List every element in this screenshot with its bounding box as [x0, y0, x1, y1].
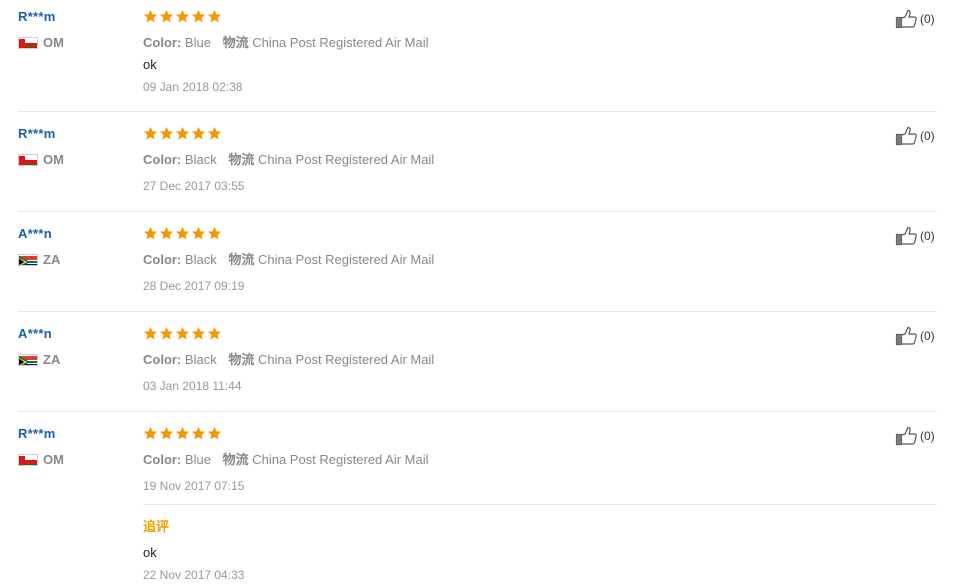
thumbs-up-icon [895, 9, 917, 29]
color-label: Color: [143, 35, 182, 50]
logistics-value: China Post Registered Air Mail [257, 352, 435, 367]
star-icon [175, 226, 190, 240]
logistics-value: China Post Registered Air Mail [252, 35, 429, 50]
logistics-label: 物流 [228, 352, 255, 367]
star-icon [191, 426, 206, 440]
divider [18, 411, 937, 412]
color-value: Blue [184, 452, 211, 467]
flag-om-icon [18, 154, 38, 166]
star-icon [143, 126, 158, 140]
star-icon [159, 326, 174, 340]
thumbs-up-icon [895, 326, 917, 346]
helpful-count: (0) [920, 12, 935, 26]
user-name[interactable]: R***m [18, 126, 56, 141]
color-value: Black [184, 352, 217, 367]
additional-feedback-text: ok [143, 545, 157, 560]
star-icon [159, 226, 174, 240]
helpful-count: (0) [920, 129, 935, 143]
rating-stars [143, 9, 222, 25]
star-icon [175, 9, 190, 23]
user-name[interactable]: A***n [18, 226, 52, 241]
thumbs-up-icon [895, 126, 917, 146]
country-code: OM [43, 452, 64, 467]
star-icon [191, 9, 206, 23]
star-icon [191, 126, 206, 140]
star-icon [143, 9, 158, 23]
color-value: Black [184, 252, 217, 267]
color-label: Color: [143, 352, 182, 367]
divider [18, 311, 937, 312]
color-value: Blue [184, 35, 211, 50]
feedback-date: 09 Jan 2018 02:38 [143, 80, 243, 94]
color-value: Black [184, 152, 217, 167]
star-icon [175, 426, 190, 440]
helpful-count: (0) [920, 429, 935, 443]
star-icon [159, 126, 174, 140]
rating-stars [143, 326, 222, 342]
star-icon [175, 326, 190, 340]
country-code: ZA [43, 252, 61, 267]
flag-om-icon [18, 37, 38, 49]
helpful-count: (0) [920, 329, 935, 343]
rating-stars [143, 226, 222, 242]
logistics-label: 物流 [228, 152, 255, 167]
logistics-label: 物流 [222, 452, 249, 467]
logistics-label: 物流 [222, 35, 249, 50]
additional-feedback-title: 追评 [143, 519, 170, 534]
star-icon [207, 126, 222, 140]
order-info: Color: Blue 物流 China Post Registered Air… [143, 449, 429, 468]
star-icon [191, 326, 206, 340]
helpful-count: (0) [920, 229, 935, 243]
user-name[interactable]: A***n [18, 326, 52, 341]
rating-stars [143, 126, 222, 142]
star-icon [207, 326, 222, 340]
rating-stars [143, 426, 222, 442]
order-info: Color: Blue 物流 China Post Registered Air… [143, 32, 429, 51]
star-icon [191, 226, 206, 240]
color-label: Color: [143, 452, 182, 467]
star-icon [159, 426, 174, 440]
feedback-text: ok [143, 57, 157, 72]
color-label: Color: [143, 152, 182, 167]
feedback-date: 27 Dec 2017 03:55 [143, 179, 245, 193]
star-icon [143, 226, 158, 240]
star-icon [143, 326, 158, 340]
thumbs-up-icon [895, 426, 917, 446]
logistics-value: China Post Registered Air Mail [257, 252, 435, 267]
user-name[interactable]: R***m [18, 426, 56, 441]
logistics-label: 物流 [228, 252, 255, 267]
additional-feedback-date: 22 Nov 2017 04:33 [143, 568, 245, 582]
color-label: Color: [143, 252, 182, 267]
feedback-date: 28 Dec 2017 09:19 [143, 279, 245, 293]
country-code: OM [43, 35, 64, 50]
star-icon [207, 426, 222, 440]
logistics-value: China Post Registered Air Mail [252, 452, 429, 467]
star-icon [207, 9, 222, 23]
feedback-date: 19 Nov 2017 07:15 [143, 479, 245, 493]
flag-om-icon [18, 454, 38, 466]
star-icon [159, 9, 174, 23]
logistics-value: China Post Registered Air Mail [257, 152, 435, 167]
divider [18, 211, 937, 212]
order-info: Color: Black 物流 China Post Registered Ai… [143, 349, 434, 368]
thumbs-up-icon [895, 226, 917, 246]
order-info: Color: Black 物流 China Post Registered Ai… [143, 249, 434, 268]
feedback-date: 03 Jan 2018 11:44 [143, 379, 242, 393]
country-code: OM [43, 152, 64, 167]
additional-divider [143, 504, 937, 505]
order-info: Color: Black 物流 China Post Registered Ai… [143, 149, 434, 168]
flag-za-icon [18, 354, 38, 366]
user-name[interactable]: R***m [18, 9, 56, 24]
flag-za-icon [18, 254, 38, 266]
country-code: ZA [43, 352, 61, 367]
star-icon [143, 426, 158, 440]
star-icon [175, 126, 190, 140]
star-icon [207, 226, 222, 240]
divider [18, 111, 937, 112]
